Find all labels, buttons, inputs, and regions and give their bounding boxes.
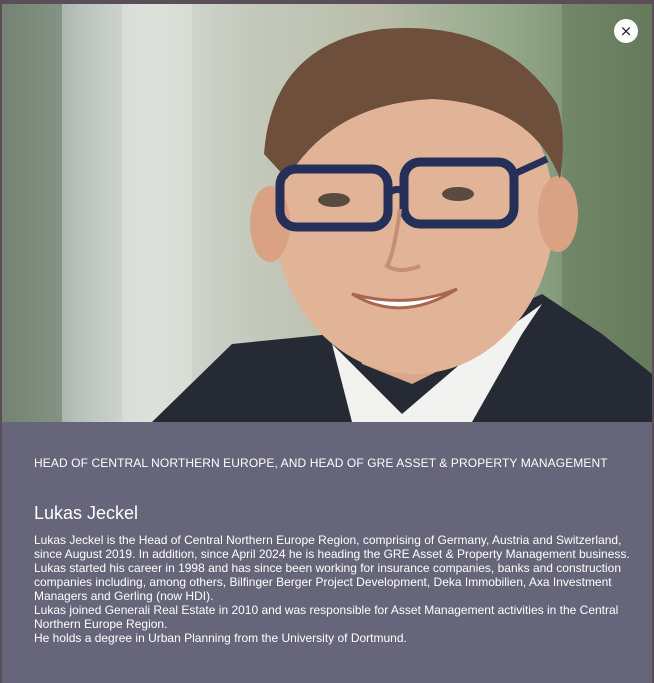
close-button[interactable]: × bbox=[614, 19, 638, 43]
profile-role: HEAD OF CENTRAL NORTHERN EUROPE, AND HEA… bbox=[34, 456, 608, 470]
bio-paragraph: Lukas started his career in 1998 and has… bbox=[34, 561, 622, 603]
bio-paragraph: Lukas joined Generali Real Estate in 201… bbox=[34, 603, 619, 631]
portrait-illustration bbox=[2, 4, 652, 422]
profile-modal: × HEAD OF CENTRAL NORTHERN EUROPE, AND H… bbox=[2, 4, 652, 683]
profile-bio: Lukas Jeckel is the Head of Central Nort… bbox=[34, 533, 632, 645]
profile-photo: × bbox=[2, 4, 652, 422]
profile-content: HEAD OF CENTRAL NORTHERN EUROPE, AND HEA… bbox=[34, 456, 632, 645]
bio-paragraph: Lukas Jeckel is the Head of Central Nort… bbox=[34, 533, 630, 561]
bio-paragraph: He holds a degree in Urban Planning from… bbox=[34, 631, 407, 645]
profile-name: Lukas Jeckel bbox=[34, 503, 139, 523]
